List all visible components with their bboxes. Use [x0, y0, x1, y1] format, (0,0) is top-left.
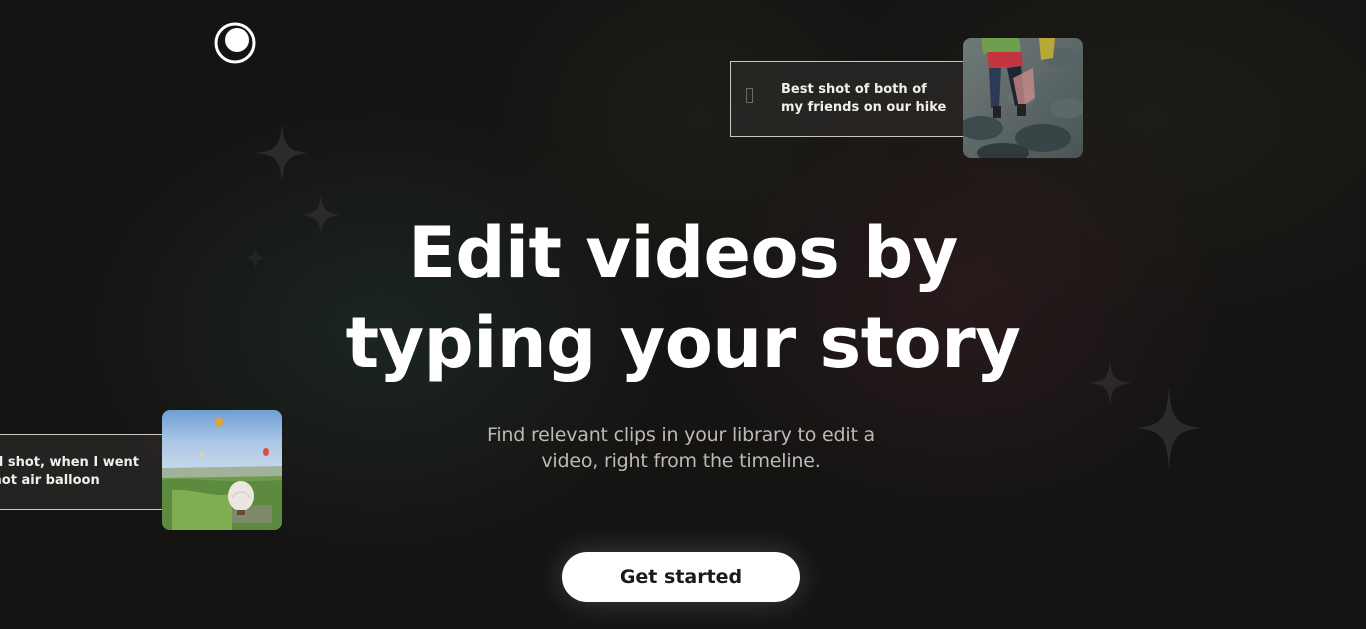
- clip-caption-line: a hot air balloon: [0, 473, 100, 488]
- clip-caption-text: rial shot, when I went a hot air balloon: [0, 454, 139, 490]
- brand-logo-icon[interactable]: [213, 21, 257, 65]
- sparkle-icon: [243, 246, 267, 270]
- clip-icon: [746, 88, 753, 103]
- hot-air-balloon-thumbnail[interactable]: [162, 410, 282, 530]
- hero-headline-line: typing your story: [345, 302, 1021, 384]
- sparkle-icon: [1087, 360, 1133, 406]
- hero-headline-line: Edit videos by: [408, 212, 958, 294]
- hero-headline: Edit videos by typing your story: [283, 208, 1083, 388]
- clip-caption-card[interactable]: Best shot of both of my friends on our h…: [730, 61, 970, 137]
- sparkle-icon: [1136, 385, 1202, 471]
- clip-caption-card[interactable]: rial shot, when I went a hot air balloon: [0, 434, 168, 510]
- get-started-button[interactable]: Get started: [562, 552, 800, 602]
- clip-caption-line: rial shot, when I went: [0, 455, 139, 470]
- page: Best shot of both of my friends on our h…: [0, 0, 1366, 629]
- clip-caption-line: my friends on our hike: [781, 100, 947, 115]
- clip-caption-text: Best shot of both of my friends on our h…: [781, 81, 946, 117]
- hero-subtitle: Find relevant clips in your library to e…: [486, 424, 875, 472]
- sparkle-icon: [255, 124, 309, 182]
- hikers-on-rocks-thumbnail[interactable]: [963, 38, 1083, 158]
- clip-caption-line: Best shot of both of: [781, 82, 927, 97]
